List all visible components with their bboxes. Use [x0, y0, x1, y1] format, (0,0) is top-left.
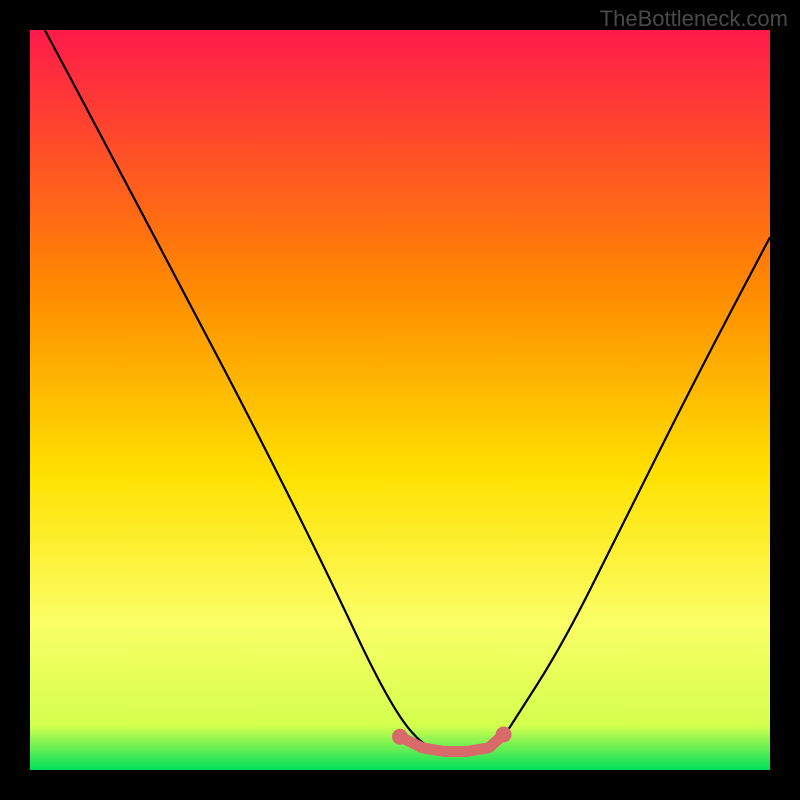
- flat-zone-end-dot: [496, 726, 512, 742]
- watermark-text: TheBottleneck.com: [600, 6, 788, 32]
- flat-zone-start-dot: [392, 729, 408, 745]
- gradient-background: [30, 30, 770, 770]
- bottleneck-curve-chart: [30, 30, 770, 770]
- chart-stage: [30, 30, 770, 770]
